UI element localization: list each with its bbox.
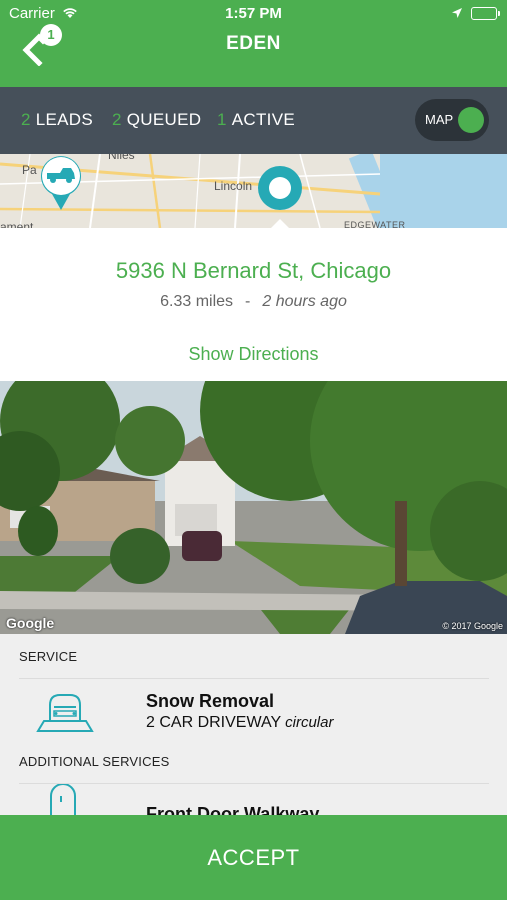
additional-services-header: ADDITIONAL SERVICES [19,754,170,769]
toggle-knob [458,107,484,133]
door-icon [48,783,78,815]
tab-count: 1 [217,110,227,129]
lead-distance: 6.33 miles [160,293,234,310]
tab-label: ACTIVE [231,110,295,129]
lead-meta: 6.33 miles -2 hours ago [0,293,507,311]
tab-count: 2 [21,110,31,129]
show-directions-link[interactable]: Show Directions [0,344,507,365]
service-detail-text: 2 CAR DRIVEWAY [146,714,282,731]
tab-label: LEADS [35,110,94,129]
services-section: SERVICE Snow Removal 2 CAR DRIVEWAY circu… [0,634,507,815]
truck-map-pin-icon[interactable] [38,154,84,212]
lead-address-card: 5936 N Bernard St, Chicago 6.33 miles -2 … [0,228,507,381]
tab-queued[interactable]: 2 QUEUED [112,110,201,130]
meta-separator: - [245,293,251,310]
lead-address: 5936 N Bernard St, Chicago [115,258,392,283]
divider [19,678,489,679]
map-label: Niles [108,154,135,162]
location-arrow-icon [451,6,463,24]
top-bar: Carrier 1:57 PM 1 EDEN [0,0,507,87]
battery-icon [471,7,500,20]
additional-service-title: Front Door Walkway [146,804,320,815]
page-title: EDEN [226,33,281,54]
service-detail-extra: circular [285,714,334,731]
lead-tabs-bar: 2 LEADS 2 QUEUED 1 ACTIVE MAP [0,87,507,154]
service-title: Snow Removal [146,691,275,711]
map-toggle-label: MAP [425,112,454,127]
map-label: ament [0,220,34,228]
tab-count: 2 [112,110,122,129]
map-preview[interactable]: Pa Niles Lincoln ament EDGEWATER [0,154,507,228]
clock: 1:57 PM [225,5,282,22]
status-bar: Carrier 1:57 PM [0,0,507,28]
tab-leads[interactable]: 2 LEADS [21,110,93,130]
lead-time-ago: 2 hours ago [262,293,347,310]
tab-active[interactable]: 1 ACTIVE [217,110,295,130]
car-driveway-icon [36,691,94,735]
google-logo: Google [6,615,55,631]
photo-copyright: © 2017 Google [442,621,503,631]
street-view-image [0,381,507,634]
location-pin-icon[interactable] [257,165,303,211]
map-label: Lincoln [214,179,253,193]
service-header: SERVICE [19,649,78,664]
service-detail: 2 CAR DRIVEWAY circular [146,714,333,732]
accept-button[interactable]: ACCEPT [0,815,507,900]
divider [19,783,489,784]
street-view-photo[interactable]: Google © 2017 Google [0,381,507,634]
map-label: Pa [22,163,37,177]
pointer-caret-icon [271,219,289,228]
map-toggle[interactable]: MAP [415,99,489,141]
map-label: EDGEWATER [344,220,406,228]
tab-label: QUEUED [126,110,202,129]
